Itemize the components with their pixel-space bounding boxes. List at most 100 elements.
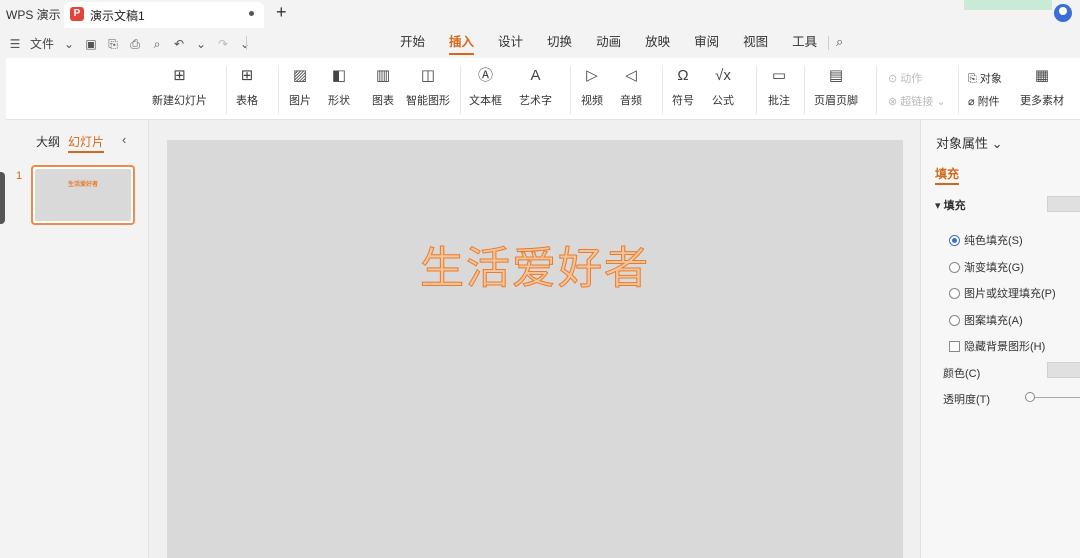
transparency-label: 透明度(T) bbox=[943, 394, 991, 406]
attachment-button[interactable]: ⌀ 附件 bbox=[968, 93, 1000, 109]
chart-icon: ▥ bbox=[375, 67, 391, 84]
hamburger-menu-icon[interactable]: ☰ bbox=[8, 37, 22, 51]
redo-icon[interactable]: ↷ bbox=[216, 37, 230, 51]
art-text-button[interactable]: A 艺术字 bbox=[519, 66, 552, 108]
slide-title-text[interactable]: 生活爱好者 bbox=[167, 232, 903, 296]
divider bbox=[278, 66, 279, 114]
file-menu[interactable]: 文件 bbox=[30, 35, 54, 52]
tab-home[interactable]: 开始 bbox=[388, 34, 437, 56]
divider bbox=[226, 66, 227, 114]
audio-label: 音频 bbox=[620, 95, 642, 107]
divider bbox=[460, 66, 461, 114]
chart-button[interactable]: ▥ 图表 bbox=[372, 66, 394, 108]
divider bbox=[756, 66, 757, 114]
chevron-down-icon[interactable]: ⌄ bbox=[194, 37, 208, 51]
presentation-icon: P bbox=[70, 7, 84, 21]
save-icon[interactable]: ▣ bbox=[84, 37, 98, 51]
smart-graphic-button[interactable]: ◫ 智能图形 bbox=[406, 66, 450, 108]
radio-button[interactable] bbox=[949, 287, 960, 299]
action-button[interactable]: ⊙ 动作 bbox=[888, 70, 922, 86]
object-button[interactable]: ⎘ 对象 bbox=[968, 70, 1002, 86]
pattern-fill-option[interactable]: 图案填充(A) bbox=[949, 312, 1023, 328]
tab-review[interactable]: 审阅 bbox=[682, 34, 731, 56]
document-tab[interactable]: P 演示文稿1 bbox=[64, 2, 264, 28]
app-name[interactable]: WPS 演示 bbox=[6, 6, 61, 23]
slider-handle[interactable] bbox=[1025, 392, 1035, 402]
header-footer-button[interactable]: ▤ 页眉页脚 bbox=[814, 66, 858, 108]
action-label: 动作 bbox=[900, 73, 923, 85]
shape-icon: ◧ bbox=[331, 67, 347, 84]
title-bar: WPS 演示 P 演示文稿1 + bbox=[0, 0, 1080, 28]
new-tab-button[interactable]: + bbox=[276, 2, 287, 23]
quick-access-toolbar: ☰ 文件 ⌄ ▣ ⎘ ⎙ ⌕ ↶ ⌄ ↷ ⌄ bbox=[8, 35, 252, 52]
smart-graphic-icon: ◫ bbox=[420, 67, 436, 84]
shape-button[interactable]: ◧ 形状 bbox=[328, 66, 350, 108]
video-button[interactable]: ▷ 视频 bbox=[581, 66, 603, 108]
radio-button[interactable] bbox=[949, 314, 960, 326]
radio-button[interactable] bbox=[949, 234, 960, 246]
more-materials-button[interactable]: ▦ 更多素材 bbox=[1020, 66, 1064, 108]
color-picker[interactable] bbox=[1047, 362, 1080, 378]
new-slide-button[interactable]: ⊞ 新建幻灯片 bbox=[152, 66, 207, 108]
chevron-down-icon[interactable]: ⌄ bbox=[62, 37, 76, 51]
tab-transition[interactable]: 切换 bbox=[535, 34, 584, 56]
speaker-icon: ◁ bbox=[625, 67, 637, 84]
print-icon[interactable]: ⎙ bbox=[128, 37, 142, 51]
tab-slides[interactable]: 幻灯片 bbox=[68, 133, 105, 153]
symbol-button[interactable]: Ω 符号 bbox=[672, 66, 694, 108]
formula-icon: √x bbox=[715, 67, 731, 84]
hide-bg-option[interactable]: 隐藏背景图形(H) bbox=[949, 338, 1045, 354]
unsaved-dot-icon[interactable] bbox=[249, 11, 254, 16]
tab-insert[interactable]: 插入 bbox=[437, 34, 486, 56]
checkbox[interactable] bbox=[949, 340, 960, 352]
tab-animation[interactable]: 动画 bbox=[584, 34, 633, 56]
slide-number: 1 bbox=[16, 170, 23, 182]
divider bbox=[246, 36, 247, 50]
audio-button[interactable]: ◁ 音频 bbox=[620, 66, 642, 108]
tab-tools[interactable]: 工具 bbox=[780, 34, 829, 56]
undo-icon[interactable]: ↶ bbox=[172, 37, 186, 51]
solid-fill-label: 纯色填充(S) bbox=[964, 235, 1023, 247]
textbox-button[interactable]: Ⓐ 文本框 bbox=[469, 66, 502, 108]
fill-section-header[interactable]: ▾ 填充 bbox=[935, 197, 966, 213]
gradient-fill-option[interactable]: 渐变填充(G) bbox=[949, 259, 1024, 275]
slide-canvas[interactable]: 生活爱好者 bbox=[167, 140, 903, 558]
panel-title[interactable]: 对象属性 ⌄ bbox=[936, 133, 1003, 152]
export-icon[interactable]: ⎘ bbox=[106, 37, 120, 51]
hyperlink-button[interactable]: ⊗ 超链接 ⌄ bbox=[888, 93, 946, 109]
barcode-icon: ▦ bbox=[1034, 67, 1050, 84]
user-avatar-icon[interactable] bbox=[1054, 4, 1072, 22]
divider bbox=[804, 66, 805, 114]
panel-handle[interactable] bbox=[0, 172, 5, 224]
table-label: 表格 bbox=[236, 95, 258, 107]
tab-design[interactable]: 设计 bbox=[486, 34, 535, 56]
picture-icon: ▨ bbox=[292, 67, 308, 84]
tab-outline[interactable]: 大纲 bbox=[36, 133, 60, 150]
fill-preview-swatch[interactable] bbox=[1047, 196, 1080, 212]
table-button[interactable]: ⊞ 表格 bbox=[236, 66, 258, 108]
slide-editor: 生活爱好者 bbox=[148, 120, 920, 558]
table-icon: ⊞ bbox=[240, 67, 254, 84]
picture-button[interactable]: ▨ 图片 bbox=[289, 66, 311, 108]
tab-view[interactable]: 视图 bbox=[731, 34, 780, 56]
object-label: 对象 bbox=[979, 73, 1002, 85]
comment-label: 批注 bbox=[768, 95, 790, 107]
slide-thumbnail[interactable]: 生活爱好者 bbox=[31, 165, 135, 225]
picture-fill-option[interactable]: 图片或纹理填充(P) bbox=[949, 285, 1056, 301]
comment-button[interactable]: ▭ 批注 bbox=[768, 66, 790, 108]
symbol-label: 符号 bbox=[672, 95, 694, 107]
divider bbox=[958, 66, 959, 114]
radio-button[interactable] bbox=[949, 261, 960, 273]
picture-fill-label: 图片或纹理填充(P) bbox=[964, 288, 1056, 300]
print-preview-icon[interactable]: ⌕ bbox=[150, 37, 164, 51]
ribbon-tabs: 开始 插入 设计 切换 动画 放映 审阅 视图 工具 bbox=[388, 34, 829, 56]
tab-slideshow[interactable]: 放映 bbox=[633, 34, 682, 56]
search-icon[interactable]: ⌕ bbox=[836, 34, 843, 50]
collapse-panel-icon[interactable]: ‹ bbox=[122, 132, 126, 147]
omega-icon: Ω bbox=[677, 67, 689, 84]
hide-bg-label: 隐藏背景图形(H) bbox=[964, 341, 1046, 353]
solid-fill-option[interactable]: 纯色填充(S) bbox=[949, 232, 1023, 248]
tab-fill[interactable]: 填充 bbox=[935, 165, 960, 185]
formula-button[interactable]: √x 公式 bbox=[712, 66, 734, 108]
divider bbox=[570, 66, 571, 114]
